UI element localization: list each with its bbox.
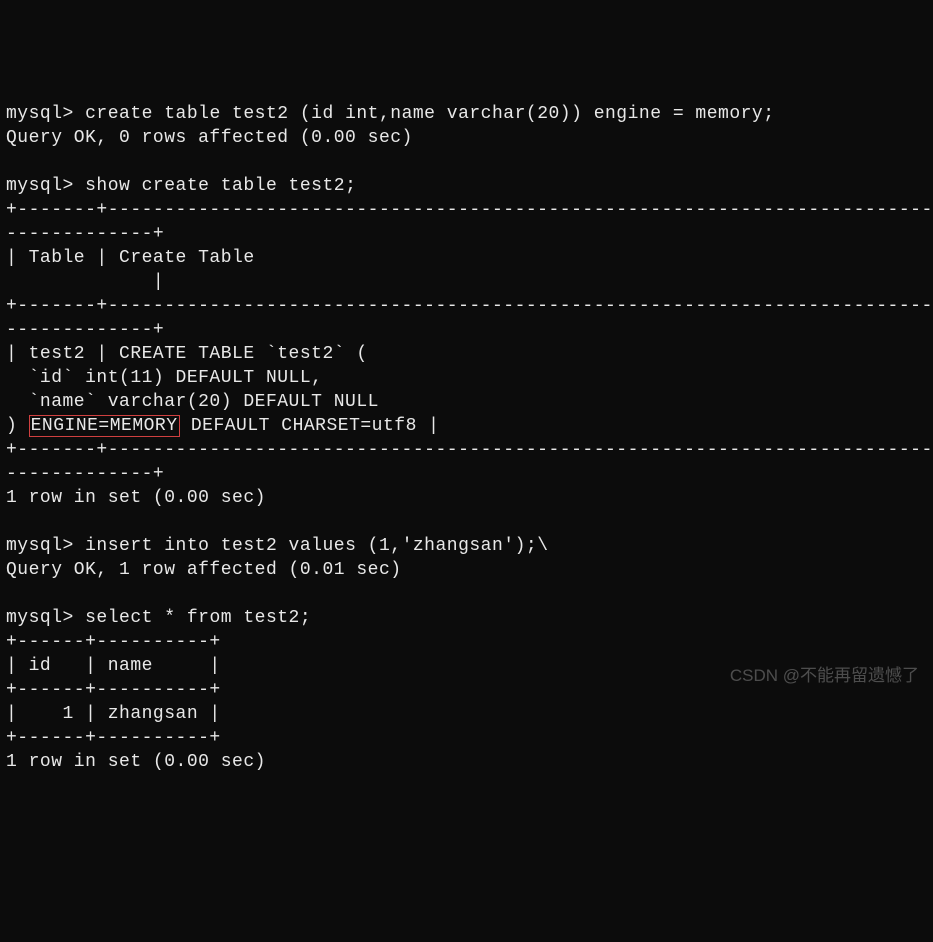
create-table-command: create table test2 (id int,name varchar(…: [85, 104, 774, 124]
table-border: -------------+: [6, 320, 164, 340]
table-row: | test2 | CREATE TABLE `test2` (: [6, 344, 368, 364]
table-border: +------+----------+: [6, 728, 221, 748]
show-create-command: show create table test2;: [85, 176, 356, 196]
table-header: | id | name |: [6, 656, 221, 676]
table-row: | 1 | zhangsan |: [6, 704, 221, 724]
query-ok-response: Query OK, 0 rows affected (0.00 sec): [6, 128, 413, 148]
row-count-response: 1 row in set (0.00 sec): [6, 752, 266, 772]
mysql-prompt: mysql>: [6, 536, 85, 556]
table-border: +------+----------+: [6, 632, 221, 652]
engine-highlight: ENGINE=MEMORY: [29, 415, 180, 437]
insert-command: insert into test2 values (1,'zhangsan');…: [85, 536, 548, 556]
table-row-suffix: DEFAULT CHARSET=utf8 |: [180, 416, 440, 436]
query-ok-response: Query OK, 1 row affected (0.01 sec): [6, 560, 402, 580]
row-count-response: 1 row in set (0.00 sec): [6, 488, 266, 508]
table-header: |: [6, 272, 164, 292]
table-header: | Table | Create Table: [6, 248, 933, 268]
mysql-prompt: mysql>: [6, 608, 85, 628]
table-border: +-------+-------------------------------…: [6, 296, 933, 316]
select-command: select * from test2;: [85, 608, 311, 628]
table-row: `name` varchar(20) DEFAULT NULL: [6, 392, 379, 412]
watermark: CSDN @不能再留遗憾了: [730, 664, 919, 688]
table-border: +------+----------+: [6, 680, 221, 700]
table-border: +-------+-------------------------------…: [6, 440, 933, 460]
table-row-prefix: ): [6, 416, 29, 436]
mysql-prompt: mysql>: [6, 176, 85, 196]
table-border: +-------+-------------------------------…: [6, 200, 933, 220]
table-row: `id` int(11) DEFAULT NULL,: [6, 368, 322, 388]
table-border: -------------+: [6, 464, 164, 484]
table-border: -------------+: [6, 224, 164, 244]
mysql-prompt: mysql>: [6, 104, 85, 124]
